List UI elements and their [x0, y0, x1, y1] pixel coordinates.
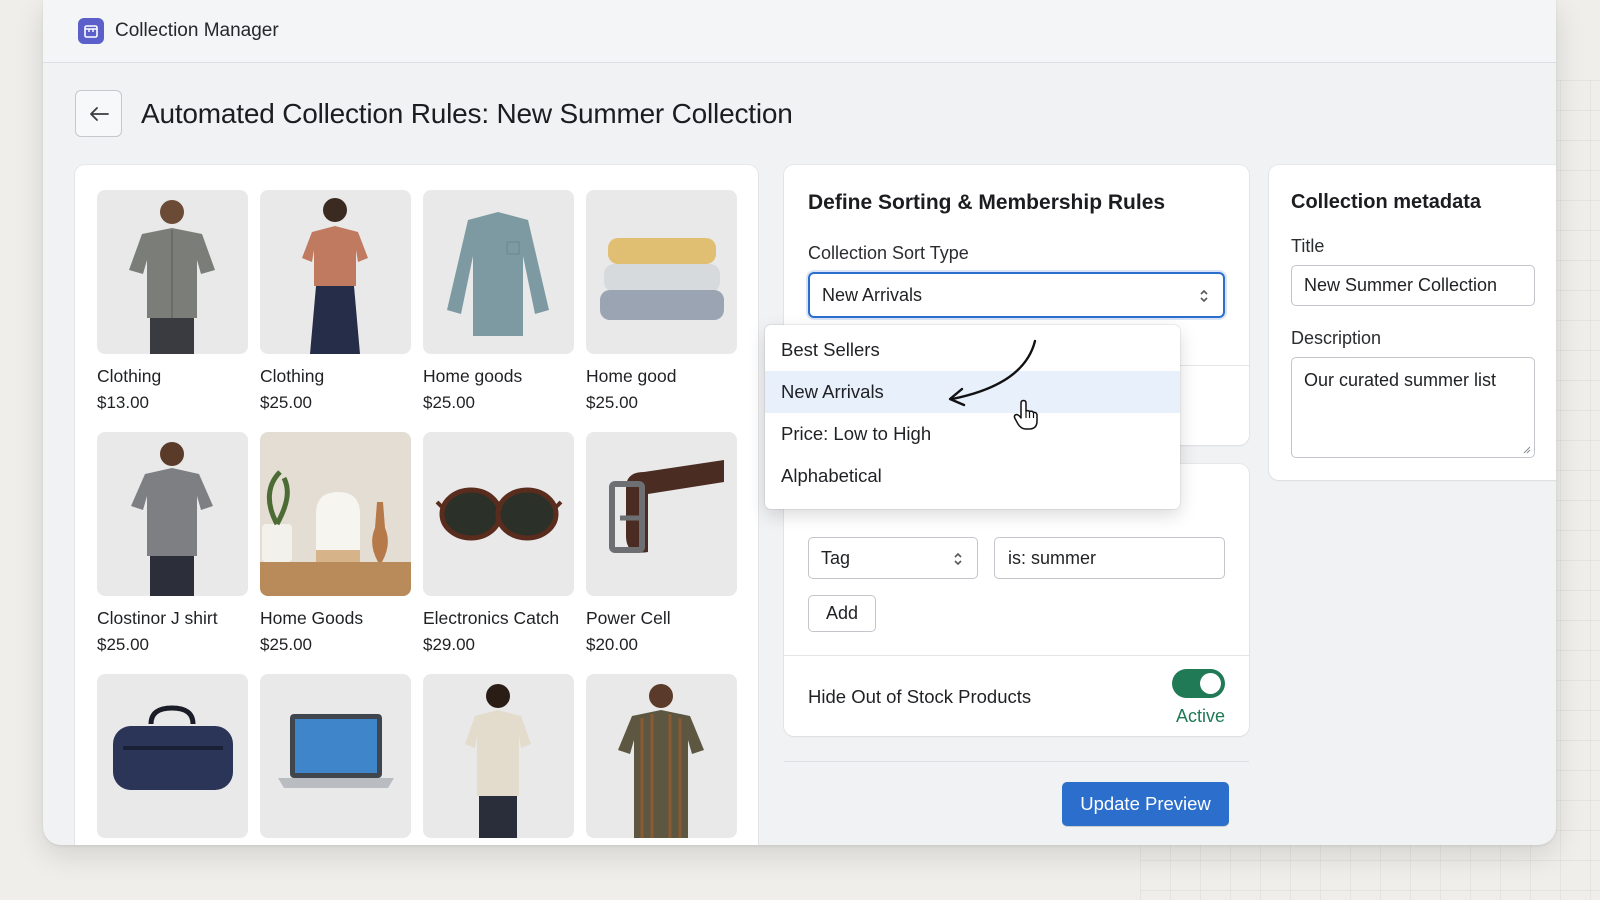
add-condition-button[interactable]: Add	[808, 595, 877, 632]
product-price: $25.00	[423, 393, 475, 412]
collection-metadata-card: Collection metadata Title New Summer Col…	[1269, 165, 1556, 480]
divider	[784, 655, 1249, 656]
updown-chevron-icon	[954, 552, 962, 566]
product-image	[260, 190, 411, 354]
product-card[interactable]: Home goods $25.00	[423, 190, 574, 418]
product-image	[586, 190, 737, 354]
store-icon	[78, 18, 104, 44]
condition-value-input[interactable]: is: summer	[994, 537, 1225, 579]
metadata-title: Collection metadata	[1291, 191, 1482, 213]
product-card[interactable]: Home Goods $25.00	[260, 432, 411, 660]
arrow-left-icon	[89, 106, 109, 121]
page-title: Automated Collection Rules: New Summer C…	[141, 97, 793, 129]
product-image	[260, 432, 411, 596]
pointer-hand-icon	[1013, 399, 1038, 430]
title-input[interactable]: New Summer Collection	[1291, 265, 1535, 306]
page-header: Automated Collection Rules: New Summer C…	[75, 90, 793, 137]
product-name: Clothing	[260, 366, 325, 386]
product-name: Clothing	[97, 366, 162, 386]
title-value: New Summer Collection	[1304, 275, 1498, 295]
product-name: Home good	[586, 366, 677, 386]
product-preview-grid: Clothing $13.00 Clothing $25.00 Home goo…	[75, 165, 758, 845]
product-image	[97, 432, 248, 596]
title-label: Title	[1291, 236, 1325, 256]
product-price: $13.00	[97, 393, 149, 412]
product-card[interactable]	[423, 674, 574, 845]
product-image	[423, 674, 574, 838]
product-name: Home goods	[423, 366, 523, 386]
sort-type-label: Collection Sort Type	[808, 243, 969, 263]
product-name: Clostinor J shirt	[97, 608, 218, 628]
product-image	[586, 674, 737, 838]
hide-out-of-stock-label: Hide Out of Stock Products	[808, 686, 1032, 707]
description-value: Our curated summer list	[1304, 370, 1497, 390]
product-card[interactable]: Electronics Catch $29.00	[423, 432, 574, 660]
dropdown-option[interactable]: Price: Low to High	[765, 413, 1180, 455]
condition-field-value: Tag	[821, 547, 851, 568]
product-price: $25.00	[586, 393, 638, 412]
product-name: Electronics Catch	[423, 608, 560, 628]
sort-type-value: New Arrivals	[822, 284, 923, 305]
product-price: $25.00	[97, 635, 149, 654]
condition-value-text: is: summer	[1008, 547, 1097, 568]
app-title: Collection Manager	[115, 20, 279, 41]
product-card[interactable]: Clostinor J shirt $25.00	[97, 432, 248, 660]
product-image	[97, 190, 248, 354]
product-price: $25.00	[260, 393, 312, 412]
product-price: $29.00	[423, 635, 475, 654]
top-bar: Collection Manager	[43, 0, 1556, 63]
rules-title: Define Sorting & Membership Rules	[808, 191, 1166, 214]
product-price: $25.00	[260, 635, 312, 654]
description-label: Description	[1291, 328, 1382, 348]
resize-grip-icon[interactable]	[1523, 446, 1531, 454]
condition-field-select[interactable]: Tag	[808, 537, 978, 579]
toggle-status: Active	[1175, 706, 1225, 726]
back-button[interactable]	[75, 90, 122, 137]
updown-chevron-icon	[1200, 289, 1208, 303]
toggle-knob	[1200, 673, 1221, 694]
product-image	[423, 190, 574, 354]
product-card[interactable]	[97, 674, 248, 845]
product-card[interactable]: Home good $25.00	[586, 190, 737, 418]
hide-out-of-stock-toggle[interactable]	[1172, 669, 1225, 698]
product-image	[586, 432, 737, 596]
product-image	[97, 674, 248, 838]
description-textarea[interactable]: Our curated summer list	[1291, 357, 1535, 458]
dropdown-option[interactable]: Alphabetical	[765, 455, 1180, 497]
product-card[interactable]: Clothing $13.00	[97, 190, 248, 418]
product-name: Home Goods	[260, 608, 364, 628]
product-name: Power Cell	[586, 608, 671, 628]
product-card[interactable]	[260, 674, 411, 845]
divider	[784, 761, 1249, 762]
product-card[interactable]	[586, 674, 737, 845]
product-card[interactable]: Clothing $25.00	[260, 190, 411, 418]
product-image	[260, 674, 411, 838]
product-price: $20.00	[586, 635, 638, 654]
annotation-arrow-icon	[948, 339, 1037, 407]
sort-type-select[interactable]: New Arrivals	[808, 272, 1225, 318]
product-image	[423, 432, 574, 596]
product-card[interactable]: Power Cell $20.00	[586, 432, 737, 660]
update-preview-button[interactable]: Update Preview	[1062, 782, 1229, 826]
